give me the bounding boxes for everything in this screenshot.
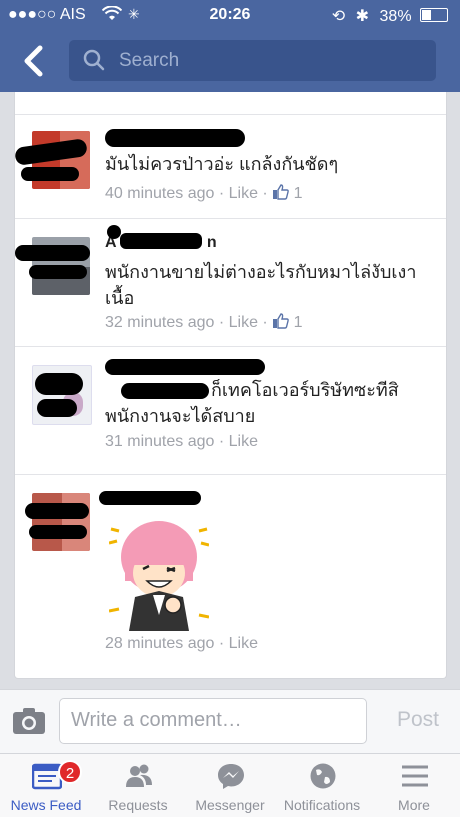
tab-label: Messenger [195, 797, 265, 813]
redaction-mark [25, 503, 89, 519]
redaction-mark [107, 225, 121, 239]
redacted-name [120, 233, 203, 249]
messenger-icon [218, 764, 244, 789]
comment-time: 32 minutes ago [105, 314, 215, 331]
tab-label: More [398, 797, 430, 813]
comment-meta: 40 minutes ago · Like · 1 [105, 184, 303, 202]
comment-placeholder: Write a comment… [71, 709, 242, 731]
notification-badge: 2 [58, 760, 82, 784]
like-button[interactable]: Like [229, 433, 258, 450]
comment-composer: Write a comment… Post [0, 689, 460, 754]
redaction-mark [29, 525, 87, 539]
comment-item: A n พนักงานขายไม่ต่างอะไรกับหมาไล่งับเงา… [15, 218, 446, 347]
tab-requests[interactable]: Requests [92, 754, 184, 817]
search-field[interactable]: Search [69, 40, 436, 81]
battery-icon [420, 8, 448, 22]
tab-notifications[interactable]: Notifications [276, 754, 368, 817]
menu-icon [402, 765, 428, 787]
comment-time: 28 minutes ago [105, 635, 215, 652]
redacted-name [99, 491, 201, 505]
comment-meta: 28 minutes ago · Like [105, 635, 258, 652]
redacted-name [105, 359, 265, 375]
thumbs-up-icon [273, 184, 290, 200]
like-count: 1 [293, 185, 303, 202]
tab-more[interactable]: More [368, 754, 460, 817]
avatar[interactable] [32, 493, 90, 551]
bluetooth-icon: ✱ [355, 8, 370, 25]
tab-label: Notifications [283, 797, 361, 813]
comments-list: ··· มันไม่ควรป่าวอ่ะ แกล้งกันชัดๆ 40 min… [14, 92, 447, 679]
redaction-mark [35, 373, 83, 395]
comment-time: 31 minutes ago [105, 433, 215, 450]
like-button[interactable]: Like [229, 314, 258, 331]
redaction-mark [37, 399, 77, 417]
redacted-name [105, 129, 245, 147]
navigation-bar: Search [0, 32, 460, 92]
comment-item: 28 minutes ago · Like [15, 474, 446, 678]
partial-comment-meta: ··· [105, 92, 121, 98]
search-icon [83, 49, 105, 71]
status-bar: ●●●○○ AIS ✳ 20:26 ⟲ ✱ 38% [0, 0, 460, 32]
name-end: n [206, 234, 217, 251]
tab-news-feed[interactable]: 2 News Feed [0, 754, 92, 817]
battery-percent: 38% [379, 8, 412, 25]
redaction-mark [21, 167, 79, 181]
redaction-mark [29, 265, 87, 279]
tab-bar: 2 News Feed Requests Messenger Notificat… [0, 753, 460, 817]
comment-item: ก็เทคโอเวอร์บริษัทซะทีสิ พนักงานจะได้สบา… [15, 346, 446, 475]
like-button[interactable]: Like [229, 185, 258, 202]
comment-item: มันไม่ควรป่าวอ่ะ แกล้งกันชัดๆ 40 minutes… [15, 114, 446, 219]
status-right: ⟲ ✱ 38% [332, 6, 448, 26]
tab-label: News Feed [10, 797, 82, 813]
tab-label: Requests [108, 797, 168, 813]
rotation-lock-icon: ⟲ [331, 8, 346, 25]
comment-text: มันไม่ควรป่าวอ่ะ แกล้งกันชัดๆ [105, 154, 339, 174]
comment-meta: 32 minutes ago · Like · 1 [105, 313, 303, 331]
comment-input[interactable]: Write a comment… [59, 698, 367, 744]
redaction-mark [15, 245, 90, 261]
tab-messenger[interactable]: Messenger [184, 754, 276, 817]
comment-time: 40 minutes ago [105, 185, 215, 202]
chevron-left-icon [24, 45, 43, 77]
sticker-image[interactable] [108, 519, 210, 631]
back-button[interactable] [18, 44, 52, 78]
news-feed-icon [32, 763, 62, 790]
like-button[interactable]: Like [229, 635, 258, 652]
commenter-name: A n [105, 233, 217, 252]
comment-text: พนักงานขายไม่ต่างอะไรกับหมาไล่งับเงาเนื้… [105, 262, 417, 308]
globe-icon [310, 763, 336, 789]
comment-text: ก็เทคโอเวอร์บริษัทซะทีสิ พนักงานจะได้สบา… [105, 380, 399, 426]
post-button[interactable]: Post [397, 708, 439, 732]
comment-meta: 31 minutes ago · Like [105, 433, 258, 450]
camera-icon[interactable] [12, 707, 46, 735]
thumbs-up-icon [273, 313, 290, 329]
like-count: 1 [293, 314, 303, 331]
search-placeholder: Search [119, 50, 180, 71]
requests-icon [126, 764, 152, 787]
